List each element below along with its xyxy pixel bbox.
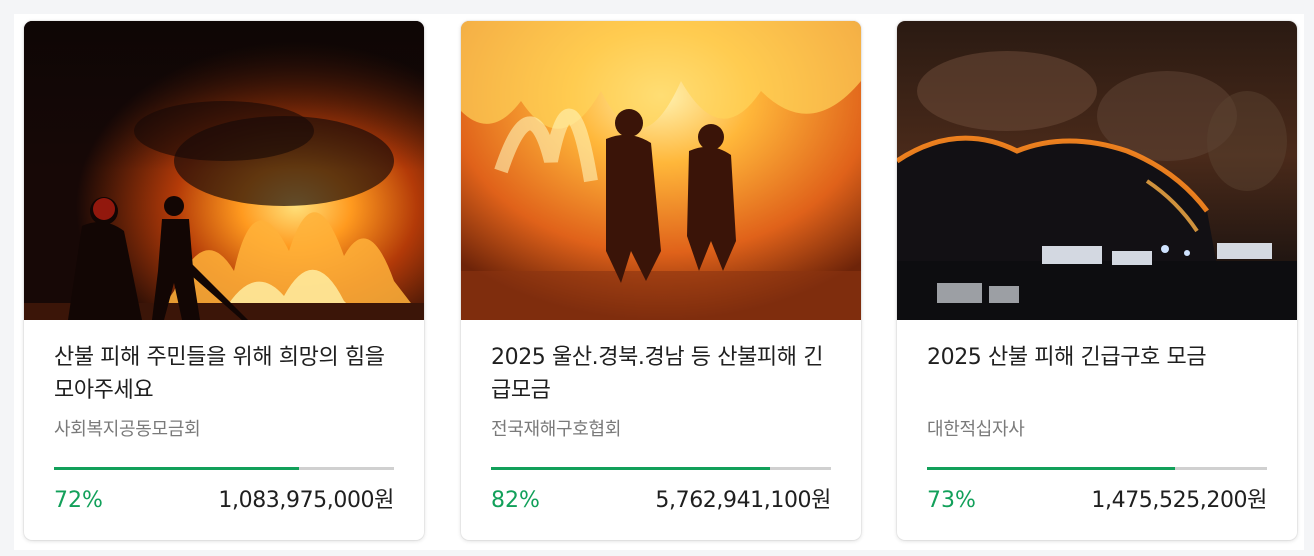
campaign-card[interactable]: 2025 산불 피해 긴급구호 모금 대한적십자사 73% 1,475,525,… bbox=[897, 21, 1297, 540]
progress-percent: 73% bbox=[927, 488, 976, 513]
campaign-organization: 사회복지공동모금회 bbox=[54, 419, 201, 440]
campaign-card[interactable]: 2025 울산.경북.경남 등 산불피해 긴급모금 전국재해구호협회 82% 5… bbox=[461, 21, 861, 540]
campaign-title[interactable]: 2025 산불 피해 긴급구호 모금 bbox=[927, 341, 1272, 374]
progress-bar bbox=[54, 467, 394, 470]
progress-bar bbox=[491, 467, 831, 470]
progress-bar bbox=[927, 467, 1267, 470]
campaign-photo[interactable] bbox=[897, 21, 1297, 320]
progress-percent: 82% bbox=[491, 488, 540, 513]
campaign-organization: 대한적십자사 bbox=[927, 419, 1025, 440]
progress-bar-fill bbox=[54, 467, 299, 470]
campaign-title[interactable]: 산불 피해 주민들을 위해 희망의 힘을 모아주세요 bbox=[54, 341, 399, 407]
raised-amount: 1,475,525,200원 bbox=[1091, 488, 1267, 513]
raised-amount: 1,083,975,000원 bbox=[218, 488, 394, 513]
campaign-card-list: 산불 피해 주민들을 위해 희망의 힘을 모아주세요 사회복지공동모금회 72%… bbox=[14, 14, 1304, 550]
campaign-organization: 전국재해구호협회 bbox=[491, 419, 622, 440]
raised-amount: 5,762,941,100원 bbox=[655, 488, 831, 513]
campaign-photo[interactable] bbox=[461, 21, 861, 320]
progress-bar-fill bbox=[927, 467, 1176, 470]
progress-percent: 72% bbox=[54, 488, 103, 513]
campaign-photo[interactable] bbox=[24, 21, 424, 320]
campaign-card[interactable]: 산불 피해 주민들을 위해 희망의 힘을 모아주세요 사회복지공동모금회 72%… bbox=[24, 21, 424, 540]
campaign-title[interactable]: 2025 울산.경북.경남 등 산불피해 긴급모금 bbox=[491, 341, 836, 407]
progress-bar-fill bbox=[491, 467, 770, 470]
